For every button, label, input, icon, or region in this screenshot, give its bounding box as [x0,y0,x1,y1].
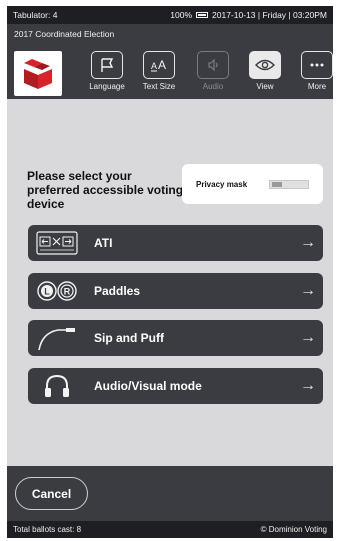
option-sip-and-puff[interactable]: Sip and Puff → [28,320,323,356]
bottom-bar: Total ballots cast: 8 © Dominion Voting [7,521,333,538]
svg-text:L: L [44,287,50,297]
svg-text:R: R [64,287,71,297]
tabulator-label: Tabulator: 4 [13,10,58,20]
header: 2017 Coordinated Election Language A A T… [7,24,333,99]
option-sip-and-puff-label: Sip and Puff [94,331,164,345]
option-ati-label: ATI [94,236,113,250]
view-label: View [256,82,274,91]
cancel-button[interactable]: Cancel [15,477,88,510]
copyright: © Dominion Voting [260,525,327,534]
arrow-right-icon: → [300,282,316,299]
headphones-icon [28,368,80,404]
text-size-button[interactable]: A A Text Size [139,51,179,91]
audio-label: Audio [202,82,224,91]
audio-button[interactable]: Audio [193,51,233,91]
ballots-cast: Total ballots cast: 8 [13,525,82,534]
sip-puff-icon [28,320,80,356]
paddles-icon: L R [28,273,80,309]
privacy-mask-label: Privacy mask [196,179,248,189]
eye-icon [249,51,281,79]
language-button[interactable]: Language [87,51,127,91]
status-bar: Tabulator: 4 100% 2017-10-13 | Friday | … [7,6,333,24]
option-paddles[interactable]: L R Paddles → [28,273,323,309]
option-audio-visual-label: Audio/Visual mode [94,379,202,393]
ellipsis-icon [301,51,333,79]
main-content: Please select your preferred accessible … [7,99,333,466]
option-audio-visual[interactable]: Audio/Visual mode → [28,368,323,404]
arrow-right-icon: → [300,329,316,346]
arrow-right-icon: → [300,234,316,251]
ati-keypad-icon [28,225,80,261]
more-label: More [307,82,327,91]
device-prompt: Please select your preferred accessible … [27,169,184,211]
privacy-mask-panel: Privacy mask [182,164,323,204]
flag-icon [91,51,123,79]
view-button[interactable]: View [245,51,285,91]
more-button[interactable]: More [297,51,333,91]
election-title: 2017 Coordinated Election [14,29,115,39]
option-ati[interactable]: ATI → [28,225,323,261]
ballot-screen: Tabulator: 4 100% 2017-10-13 | Friday | … [7,6,333,538]
dominion-logo-icon [14,51,62,96]
option-paddles-label: Paddles [94,284,141,298]
battery-percent: 100% [170,10,193,20]
footer: Cancel [7,466,333,521]
datetime: 2017-10-13 | Friday | 03:20PM [212,10,327,20]
svg-text:A: A [158,58,166,72]
toggle-knob [272,181,283,187]
speaker-icon [197,51,229,79]
svg-text:A: A [151,61,157,71]
battery-icon [196,12,209,18]
privacy-mask-toggle[interactable] [269,179,310,189]
status-right: 100% 2017-10-13 | Friday | 03:20PM [170,10,327,20]
language-label: Language [89,82,125,91]
arrow-right-icon: → [300,377,316,394]
text-size-label: Text Size [142,82,176,91]
text-size-icon: A A [143,51,175,79]
